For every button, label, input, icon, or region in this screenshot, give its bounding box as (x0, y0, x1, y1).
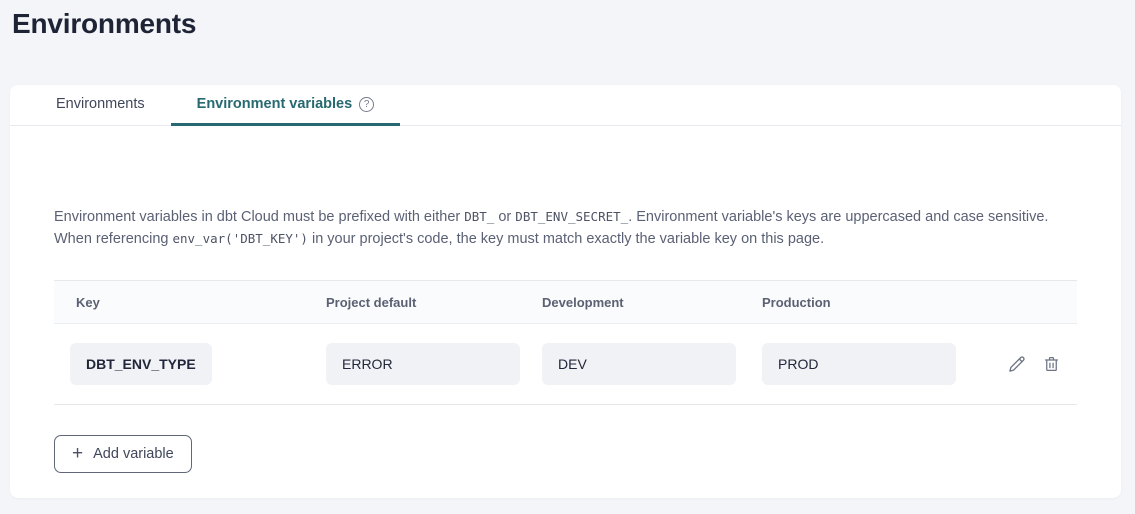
tab-environments-label: Environments (56, 96, 145, 112)
tab-bar: Environments Environment variables ? (10, 85, 1121, 126)
pencil-icon (1007, 354, 1027, 374)
tab-panel-environment-variables: Environment variables in dbt Cloud must … (10, 206, 1121, 473)
tab-environment-variables-label: Environment variables (197, 96, 353, 112)
add-variable-label: Add variable (93, 446, 174, 462)
column-header-development: Development (524, 295, 746, 310)
add-variable-button[interactable]: + Add variable (54, 435, 192, 473)
description-segment: in your project's code, the key must mat… (308, 231, 824, 247)
plus-icon: + (72, 444, 83, 463)
edit-variable-button[interactable] (1007, 354, 1027, 374)
tab-environments[interactable]: Environments (30, 85, 171, 126)
description-text: Environment variables in dbt Cloud must … (54, 206, 1077, 250)
page-title: Environments (12, 8, 196, 40)
trash-icon (1042, 354, 1061, 374)
env-var-key-chip: DBT_ENV_TYPE (70, 343, 212, 385)
column-header-project-default: Project default (308, 295, 524, 310)
code-prefix-dbt-env-secret: DBT_ENV_SECRET_ (515, 209, 628, 224)
table-row: DBT_ENV_TYPE ERROR DEV PROD (54, 324, 1077, 405)
project-default-value-chip: ERROR (326, 343, 520, 385)
column-header-production: Production (746, 295, 1077, 310)
description-segment: or (494, 209, 515, 225)
tab-environment-variables[interactable]: Environment variables ? (171, 85, 401, 126)
code-prefix-dbt: DBT_ (464, 209, 494, 224)
content-card: Environments Environment variables ? Env… (10, 85, 1121, 498)
column-header-key: Key (54, 295, 308, 310)
code-env-var-example: env_var('DBT_KEY') (172, 231, 307, 246)
table-header-row: Key Project default Development Producti… (54, 281, 1077, 324)
env-variables-table: Key Project default Development Producti… (54, 280, 1077, 405)
production-value-chip: PROD (762, 343, 956, 385)
development-value-chip: DEV (542, 343, 736, 385)
description-segment: Environment variables in dbt Cloud must … (54, 209, 464, 225)
help-icon[interactable]: ? (359, 97, 374, 112)
row-actions (1007, 354, 1077, 374)
delete-variable-button[interactable] (1042, 354, 1061, 374)
